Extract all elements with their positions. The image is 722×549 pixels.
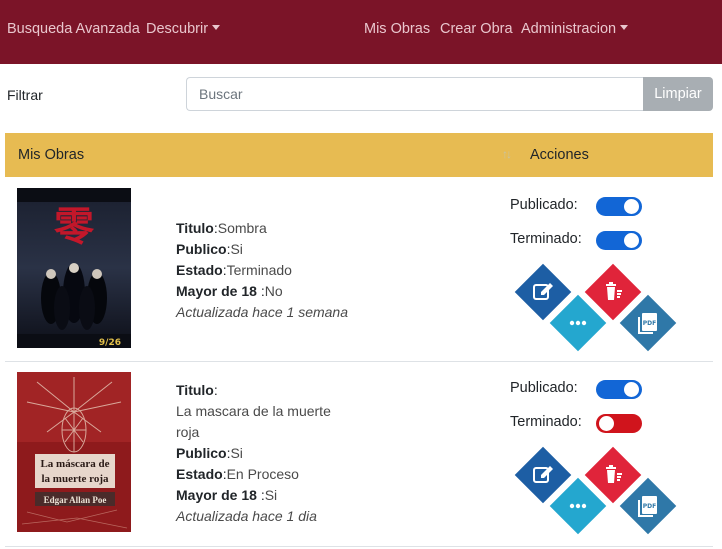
finished-label: Terminado: (510, 231, 582, 247)
nav-administration-dropdown[interactable]: Administracion (521, 21, 629, 37)
nav-my-works[interactable]: Mis Obras (364, 21, 430, 37)
row-divider (5, 546, 713, 547)
edit-icon (533, 466, 553, 483)
toggle-knob (624, 199, 639, 214)
title-label: Titulo (176, 220, 214, 236)
svg-text:La máscara de: La máscara de (40, 458, 109, 470)
adult-label: Mayor de 18 (176, 487, 257, 503)
finished-toggle[interactable] (596, 231, 642, 250)
cover-image: La máscara de la muerte roja Edgar Allan… (17, 372, 131, 532)
pdf-button[interactable]: PDF (619, 477, 677, 535)
updated-text: Actualizada hace 1 dia (176, 508, 317, 524)
more-button[interactable] (549, 294, 607, 352)
edit-icon (533, 283, 553, 300)
svg-text:la muerte roja: la muerte roja (42, 473, 109, 485)
work-info: Titulo: La mascara de la muerte roja Pub… (176, 382, 331, 524)
published-label: Publicado: (510, 380, 578, 396)
table-header: Mis Obras ↑↓ Acciones (5, 133, 713, 177)
adult-label: Mayor de 18 (176, 283, 257, 299)
top-navbar: Busqueda Avanzada Descubrir Mis Obras Cr… (0, 0, 722, 64)
toggle-knob (624, 233, 639, 248)
status-value: Terminado (226, 262, 292, 278)
nav-create-work[interactable]: Crear Obra (440, 21, 513, 37)
published-label: Publicado: (510, 197, 578, 213)
nav-discover-dropdown[interactable]: Descubrir (146, 21, 221, 37)
adult-value: No (264, 283, 283, 299)
status-label: Estado (176, 466, 223, 482)
title-value: Sombra (217, 220, 267, 236)
sort-icon[interactable]: ↑↓ (502, 147, 512, 161)
more-button[interactable] (549, 477, 607, 535)
title-value-continued: roja (176, 424, 200, 440)
cover-image: 零 9/26 (17, 188, 131, 348)
trash-icon (606, 465, 622, 483)
svg-text:零: 零 (54, 204, 95, 250)
clear-button[interactable]: Limpiar (643, 77, 713, 111)
column-header-actions: Acciones (530, 147, 589, 163)
toggle-knob (624, 382, 639, 397)
updated-text: Actualizada hace 1 semana (176, 304, 348, 320)
chevron-down-icon (212, 25, 221, 30)
search-input[interactable] (186, 77, 644, 111)
svg-text:PDF: PDF (643, 320, 656, 327)
public-label: Publico (176, 241, 227, 257)
public-value: Si (230, 445, 243, 461)
public-value: Si (230, 241, 243, 257)
published-toggle[interactable] (596, 380, 642, 399)
nav-administration-label: Administracion (521, 21, 617, 37)
filter-label: Filtrar (7, 87, 43, 103)
svg-text:PDF: PDF (643, 503, 656, 510)
finished-toggle[interactable] (596, 414, 642, 433)
finished-label: Terminado: (510, 414, 582, 430)
chevron-down-icon (620, 25, 629, 30)
status-label: Estado (176, 262, 223, 278)
more-icon (569, 503, 587, 509)
pdf-icon: PDF (638, 313, 657, 334)
published-toggle[interactable] (596, 197, 642, 216)
toggle-knob (599, 416, 614, 431)
status-value: En Proceso (226, 466, 299, 482)
svg-text:Edgar Allan Poe: Edgar Allan Poe (44, 495, 107, 505)
title-label: Titulo (176, 382, 214, 398)
trash-icon (606, 282, 622, 300)
more-icon (569, 320, 587, 326)
title-value: La mascara de la muerte (176, 403, 331, 419)
nav-advanced-search[interactable]: Busqueda Avanzada (7, 21, 140, 37)
pdf-button[interactable]: PDF (619, 294, 677, 352)
svg-text:9/26: 9/26 (99, 338, 121, 348)
column-header-my-works: Mis Obras (18, 147, 85, 163)
public-label: Publico (176, 445, 227, 461)
pdf-icon: PDF (638, 496, 657, 517)
nav-discover-label: Descubrir (146, 21, 209, 37)
adult-value: Si (264, 487, 278, 503)
work-info: Titulo:Sombra Publico:Si Estado:Terminad… (176, 220, 348, 320)
